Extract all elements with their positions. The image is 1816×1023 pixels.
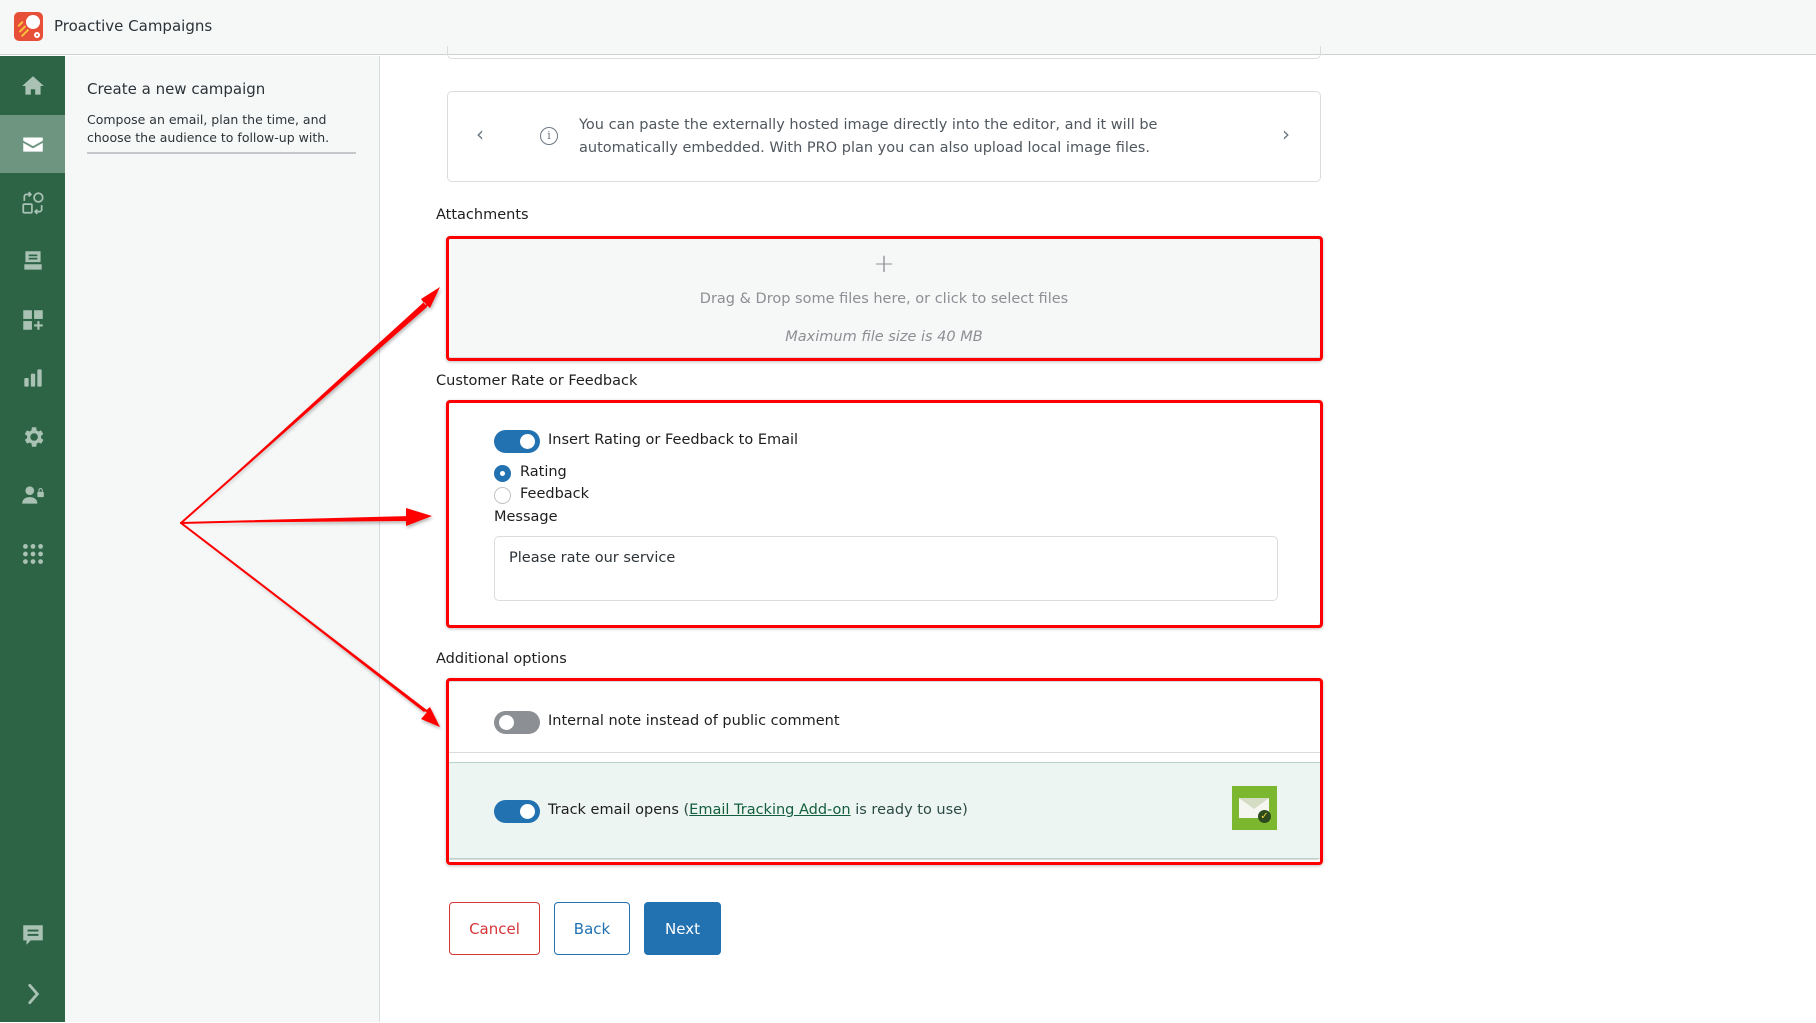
sidebar-item-settings[interactable] (0, 408, 65, 466)
attachments-label: Attachments (436, 207, 529, 223)
carousel-next-button[interactable]: › (1282, 122, 1290, 146)
sidebar-item-add-ons[interactable] (0, 291, 65, 349)
info-carousel: ‹ i You can paste the externally hosted … (447, 91, 1321, 182)
carousel-prev-button[interactable]: ‹ (476, 122, 484, 146)
editor-box-bottom-edge (447, 46, 1321, 59)
wizard-step-panel: Create a new campaign Compose an email, … (65, 56, 380, 1022)
internal-note-label: Internal note instead of public comment (548, 713, 840, 729)
plus-icon: + (873, 249, 895, 279)
sidebar-item-apps[interactable] (0, 525, 65, 583)
rating-card: Insert Rating or Feedback to Email Ratin… (447, 402, 1321, 626)
cancel-button[interactable]: Cancel (449, 902, 540, 955)
sidebar-item-user-permissions[interactable] (0, 466, 65, 524)
track-opens-label: Track email opens (Email Tracking Add-on… (548, 802, 968, 818)
sidebar-expand-toggle[interactable] (0, 965, 65, 1023)
options-divider (448, 752, 1320, 753)
feedback-radio-label: Feedback (520, 486, 590, 502)
email-tracking-addon-icon: ✓ (1232, 786, 1277, 830)
sidebar-item-inbox[interactable] (0, 232, 65, 290)
insert-rating-toggle-label: Insert Rating or Feedback to Email (548, 432, 799, 448)
message-label: Message (494, 509, 558, 525)
inbox-tray-icon (23, 251, 42, 270)
rating-section-label: Customer Rate or Feedback (436, 373, 638, 389)
track-opens-row: Track email opens (Email Tracking Add-on… (448, 762, 1320, 859)
rating-radio-label: Rating (520, 464, 567, 480)
additional-options-card: Internal note instead of public comment … (447, 681, 1321, 860)
rating-radio[interactable] (494, 465, 511, 482)
addon-ready-text: is ready to use) (855, 802, 968, 818)
main-content: ‹ i You can paste the externally hosted … (381, 46, 1816, 1022)
attachments-dropzone[interactable]: + Drag & Drop some files here, or click … (447, 238, 1321, 358)
insert-rating-toggle[interactable] (494, 430, 540, 453)
sidebar-nav (0, 56, 65, 1022)
sidebar-item-reports[interactable] (0, 349, 65, 407)
sidebar-item-campaigns[interactable] (0, 115, 65, 173)
shapes-cycle-icon (21, 191, 44, 215)
envelope-icon (22, 137, 43, 152)
grid-plus-icon (22, 310, 43, 330)
sidebar-item-home[interactable] (0, 57, 65, 115)
app-title: Proactive Campaigns (54, 17, 213, 35)
user-lock-icon (21, 486, 44, 504)
additional-options-label: Additional options (436, 651, 567, 667)
back-button[interactable]: Back (554, 902, 630, 955)
chat-icon (22, 925, 43, 945)
step-title: Create a new campaign (87, 80, 266, 98)
apps-grid-icon (22, 544, 43, 564)
internal-note-toggle[interactable] (494, 711, 540, 734)
step-description: Compose an email, plan the time, and cho… (87, 112, 330, 145)
bar-chart-icon (23, 369, 42, 387)
message-input[interactable] (494, 536, 1278, 601)
gear-icon (24, 427, 43, 447)
app-logo-icon (14, 12, 43, 41)
track-opens-text: Track email opens (548, 802, 679, 818)
max-file-size-note: Maximum file size is 40 MB (785, 329, 983, 345)
home-icon (21, 76, 44, 95)
info-icon: i (540, 127, 558, 145)
sidebar-item-feedback[interactable] (0, 906, 65, 964)
email-tracking-addon-link[interactable]: Email Tracking Add-on (689, 802, 850, 818)
track-opens-toggle[interactable] (494, 800, 540, 823)
feedback-radio[interactable] (494, 487, 511, 504)
step-progress-divider (87, 152, 356, 154)
dropzone-text: Drag & Drop some files here, or click to… (699, 291, 1069, 307)
sidebar-item-workflows[interactable] (0, 174, 65, 232)
chevron-right-icon (27, 983, 39, 1005)
next-button[interactable]: Next (644, 902, 721, 955)
info-text: You can paste the externally hosted imag… (579, 117, 1158, 156)
